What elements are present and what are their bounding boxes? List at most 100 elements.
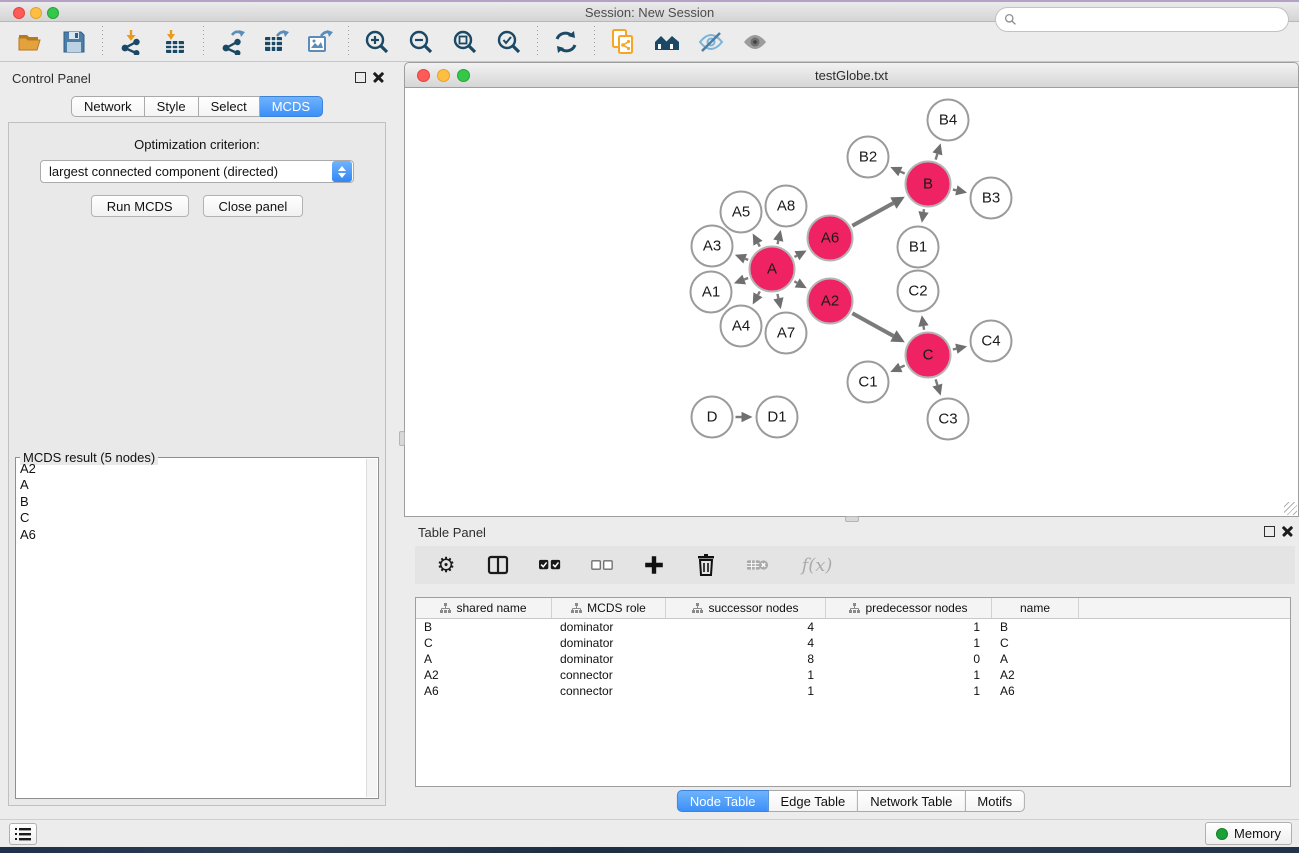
graph-node-a8[interactable]: A8 [765, 185, 808, 228]
column-header-name[interactable]: name [992, 598, 1079, 618]
graph-edge [936, 379, 938, 385]
table-cell: A6 [416, 684, 552, 698]
criterion-dropdown[interactable]: largest connected component (directed) [40, 160, 354, 183]
graph-node-c1[interactable]: C1 [847, 361, 890, 404]
run-mcds-button[interactable]: Run MCDS [91, 195, 189, 217]
add-row-button[interactable] [641, 552, 667, 578]
refresh-layout-button[interactable] [549, 26, 583, 58]
save-session-button[interactable] [57, 26, 91, 58]
select-all-button[interactable] [537, 552, 563, 578]
memory-button[interactable]: Memory [1205, 822, 1292, 845]
zoom-out-button[interactable] [404, 26, 438, 58]
table-row[interactable]: A6connector11A6 [416, 683, 1290, 699]
table-body: Bdominator41BCdominator41CAdominator80AA… [416, 619, 1290, 699]
show-panels-button[interactable] [9, 823, 37, 845]
table-row[interactable]: Bdominator41B [416, 619, 1290, 635]
graph-node-d1[interactable]: D1 [756, 396, 799, 439]
network-canvas[interactable]: B4 B2 B B3 A5A8A6 A3 B1 A A1 C2 A2 A4A7 C4 C C1 C3 D D1 [404, 88, 1299, 517]
close-panel-icon[interactable] [373, 72, 384, 83]
table-row[interactable]: A2connector11A2 [416, 667, 1290, 683]
optimization-criterion-label: Optimization criterion: [9, 137, 385, 152]
network-window-titlebar[interactable]: testGlobe.txt [404, 62, 1299, 88]
column-header-MCDS-role[interactable]: MCDS role [552, 598, 666, 618]
graph-node-b2[interactable]: B2 [847, 136, 890, 179]
table-close-panel-icon[interactable] [1282, 526, 1293, 537]
first-neighbors-button[interactable] [650, 26, 684, 58]
graph-node-c3[interactable]: C3 [927, 398, 970, 441]
table-cell: A6 [992, 684, 1079, 698]
zoom-selected-button[interactable] [492, 26, 526, 58]
graph-node-b4[interactable]: B4 [927, 99, 970, 142]
table-row[interactable]: Adominator80A [416, 651, 1290, 667]
graph-node-b3[interactable]: B3 [970, 177, 1013, 220]
export-network-button[interactable] [215, 26, 249, 58]
graph-node-a7[interactable]: A7 [765, 312, 808, 355]
tab-motifs[interactable]: Motifs [965, 790, 1025, 812]
export-table-icon [263, 29, 289, 55]
mcds-result-box: MCDS result (5 nodes) A2ABCA6 [15, 457, 379, 799]
mcds-result-list[interactable]: A2ABCA6 [20, 461, 366, 795]
column-header-shared-name[interactable]: shared name [416, 598, 552, 618]
settings-button[interactable]: ⚙ [433, 552, 459, 578]
graph-node-a3[interactable]: A3 [691, 225, 734, 268]
tab-mcds[interactable]: MCDS [260, 96, 323, 117]
graph-edge [794, 281, 797, 283]
tab-network[interactable]: Network [71, 96, 145, 117]
close-panel-button[interactable]: Close panel [203, 195, 304, 217]
splitter-handle-left[interactable] [399, 431, 405, 446]
import-table-button[interactable] [158, 26, 192, 58]
graph-edge [953, 190, 956, 191]
table-cell: B [416, 620, 552, 634]
zoom-fit-button[interactable] [448, 26, 482, 58]
mcds-result-item[interactable]: A2 [20, 461, 366, 477]
tab-style[interactable]: Style [145, 96, 199, 117]
tab-select[interactable]: Select [199, 96, 260, 117]
graph-node-b[interactable]: B [905, 161, 952, 208]
table-cell: dominator [552, 652, 666, 666]
table-cell: 1 [826, 684, 992, 698]
table-panel-title: Table Panel [418, 525, 486, 540]
table-row[interactable]: Cdominator41C [416, 635, 1290, 651]
export-table-button[interactable] [259, 26, 293, 58]
new-network-from-selection-button[interactable] [606, 26, 640, 58]
graph-node-a1[interactable]: A1 [690, 271, 733, 314]
split-view-button[interactable] [485, 552, 511, 578]
graph-node-d[interactable]: D [691, 396, 734, 439]
hide-selected-button[interactable] [694, 26, 728, 58]
list-icon [15, 828, 31, 841]
graph-node-b1[interactable]: B1 [897, 226, 940, 269]
column-header-predecessor-nodes[interactable]: predecessor nodes [826, 598, 992, 618]
window-resize-grip[interactable] [1284, 502, 1297, 515]
graph-node-c4[interactable]: C4 [970, 320, 1013, 363]
export-image-button[interactable] [303, 26, 337, 58]
import-network-button[interactable] [114, 26, 148, 58]
show-all-button[interactable] [738, 26, 772, 58]
deselect-all-button[interactable] [589, 552, 615, 578]
table-float-panel-icon[interactable] [1264, 526, 1275, 537]
search-input[interactable] [1017, 12, 1288, 27]
delete-row-button[interactable] [693, 552, 719, 578]
mcds-result-item[interactable]: A6 [20, 527, 366, 543]
graph-node-a4[interactable]: A4 [720, 305, 763, 348]
graph-node-a6[interactable]: A6 [807, 215, 854, 262]
mcds-result-item[interactable]: C [20, 510, 366, 526]
zoom-in-button[interactable] [360, 26, 394, 58]
graph-node-c2[interactable]: C2 [897, 270, 940, 313]
tab-network-table[interactable]: Network Table [858, 790, 965, 812]
column-header-successor-nodes[interactable]: successor nodes [666, 598, 826, 618]
mcds-result-item[interactable]: B [20, 494, 366, 510]
refresh-layout-icon [553, 29, 579, 55]
mcds-result-item[interactable]: A [20, 477, 366, 493]
open-session-button[interactable] [13, 26, 47, 58]
table-cell: 8 [666, 652, 826, 666]
float-panel-icon[interactable] [355, 72, 366, 83]
edge-arrowhead-icon [742, 412, 753, 422]
search-box[interactable] [995, 7, 1289, 32]
graph-node-a[interactable]: A [749, 246, 796, 293]
graph-node-c[interactable]: C [905, 332, 952, 379]
tab-node-table[interactable]: Node Table [677, 790, 769, 812]
graph-node-a2[interactable]: A2 [807, 278, 854, 325]
tab-edge-table[interactable]: Edge Table [768, 790, 858, 812]
graph-node-a5[interactable]: A5 [720, 191, 763, 234]
result-scrollbar[interactable] [366, 459, 377, 797]
